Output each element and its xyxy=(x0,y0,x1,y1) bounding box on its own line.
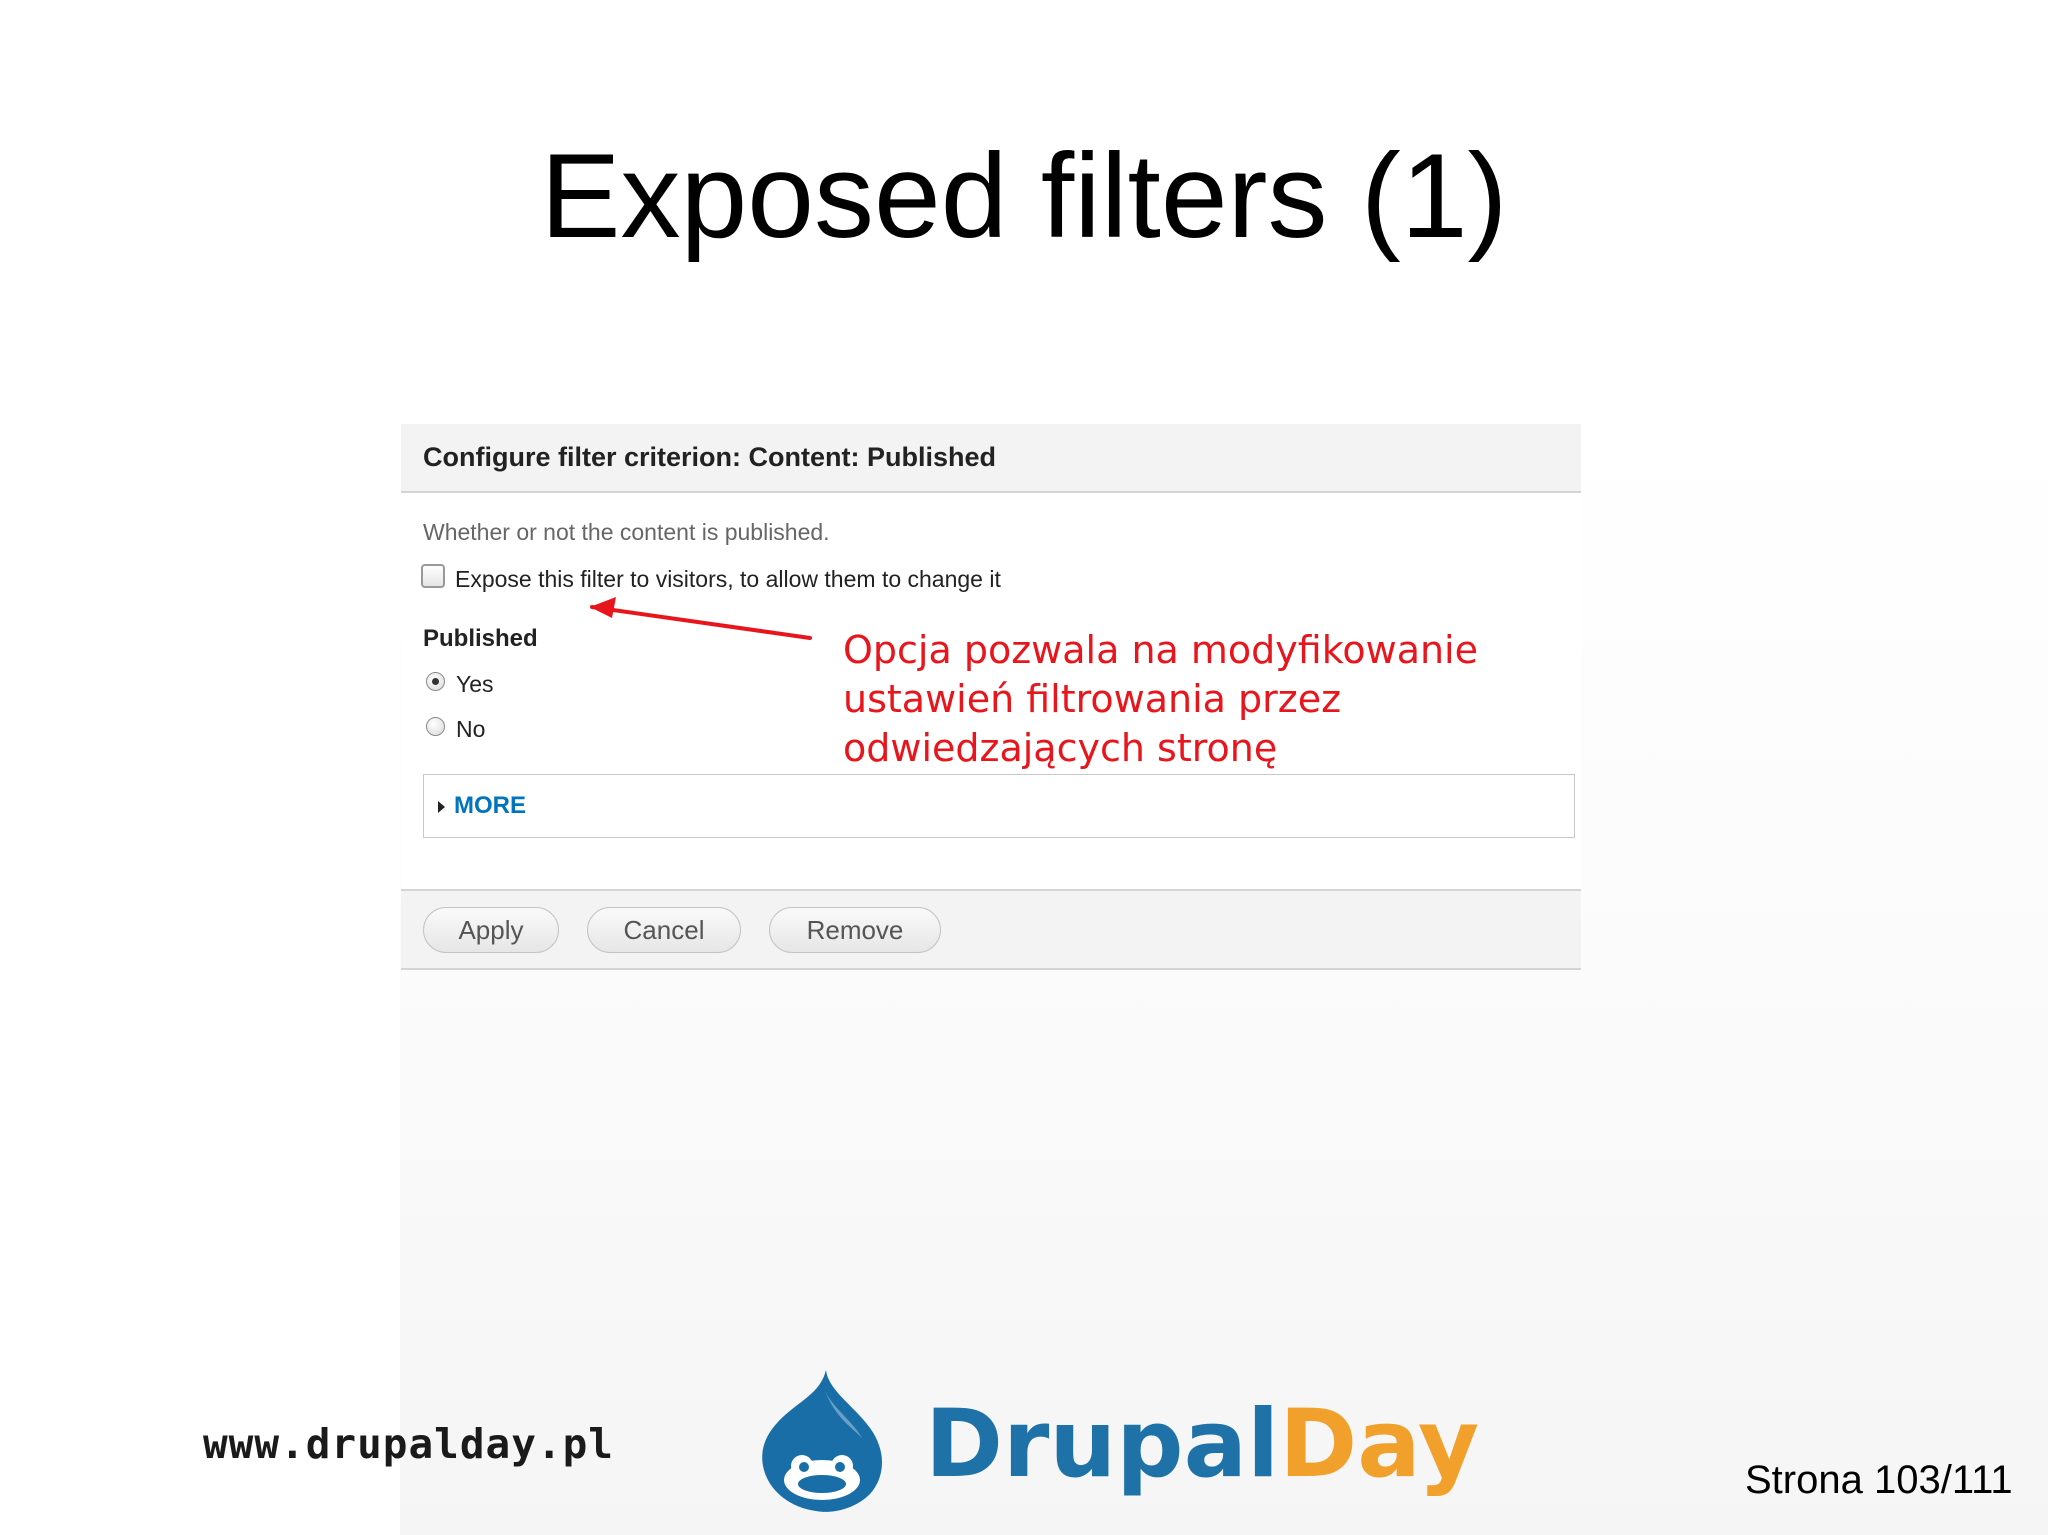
annotation-line: odwiedzających stronę xyxy=(843,726,1278,770)
annotation-note: Opcja pozwala na modyfikowanie ustawień … xyxy=(843,626,1563,773)
radio-button-no[interactable] xyxy=(426,717,445,736)
expand-arrow-icon[interactable] xyxy=(438,801,445,813)
page-number: Strona 103/111 xyxy=(1745,1458,2013,1502)
remove-button[interactable]: Remove xyxy=(769,907,941,953)
dialog-title: Configure filter criterion: Content: Pub… xyxy=(423,442,996,472)
annotation-line: Opcja pozwala na modyfikowanie xyxy=(843,628,1478,672)
radio-label-yes[interactable]: Yes xyxy=(456,671,494,698)
dialog-footer: Apply Cancel Remove xyxy=(401,889,1581,970)
cancel-button[interactable]: Cancel xyxy=(587,907,741,953)
slide-title: Exposed filters (1) xyxy=(540,129,1508,263)
drupal-drop-icon xyxy=(762,1370,882,1512)
footer-url: www.drupalday.pl xyxy=(203,1420,614,1468)
drupalday-logo: DrupalDay xyxy=(925,1390,1479,1500)
expose-filter-label[interactable]: Expose this filter to visitors, to allow… xyxy=(455,566,1001,593)
annotation-arrow-icon xyxy=(590,597,812,640)
radio-selected-dot xyxy=(432,678,439,685)
radio-button-yes[interactable] xyxy=(426,672,445,691)
expose-filter-checkbox[interactable] xyxy=(421,564,445,588)
published-heading: Published xyxy=(423,625,538,652)
apply-button[interactable]: Apply xyxy=(423,907,559,953)
more-toggle-link[interactable]: MORE xyxy=(454,792,526,820)
filter-description: Whether or not the content is published. xyxy=(423,519,830,545)
dialog-header: Configure filter criterion: Content: Pub… xyxy=(401,424,1581,493)
more-fieldset: MORE xyxy=(423,774,1575,838)
annotation-line: ustawień filtrowania przez xyxy=(843,677,1342,721)
logo-text-day: Day xyxy=(1279,1390,1480,1499)
logo-text-drupal: Drupal xyxy=(925,1390,1280,1499)
radio-label-no[interactable]: No xyxy=(456,716,485,743)
